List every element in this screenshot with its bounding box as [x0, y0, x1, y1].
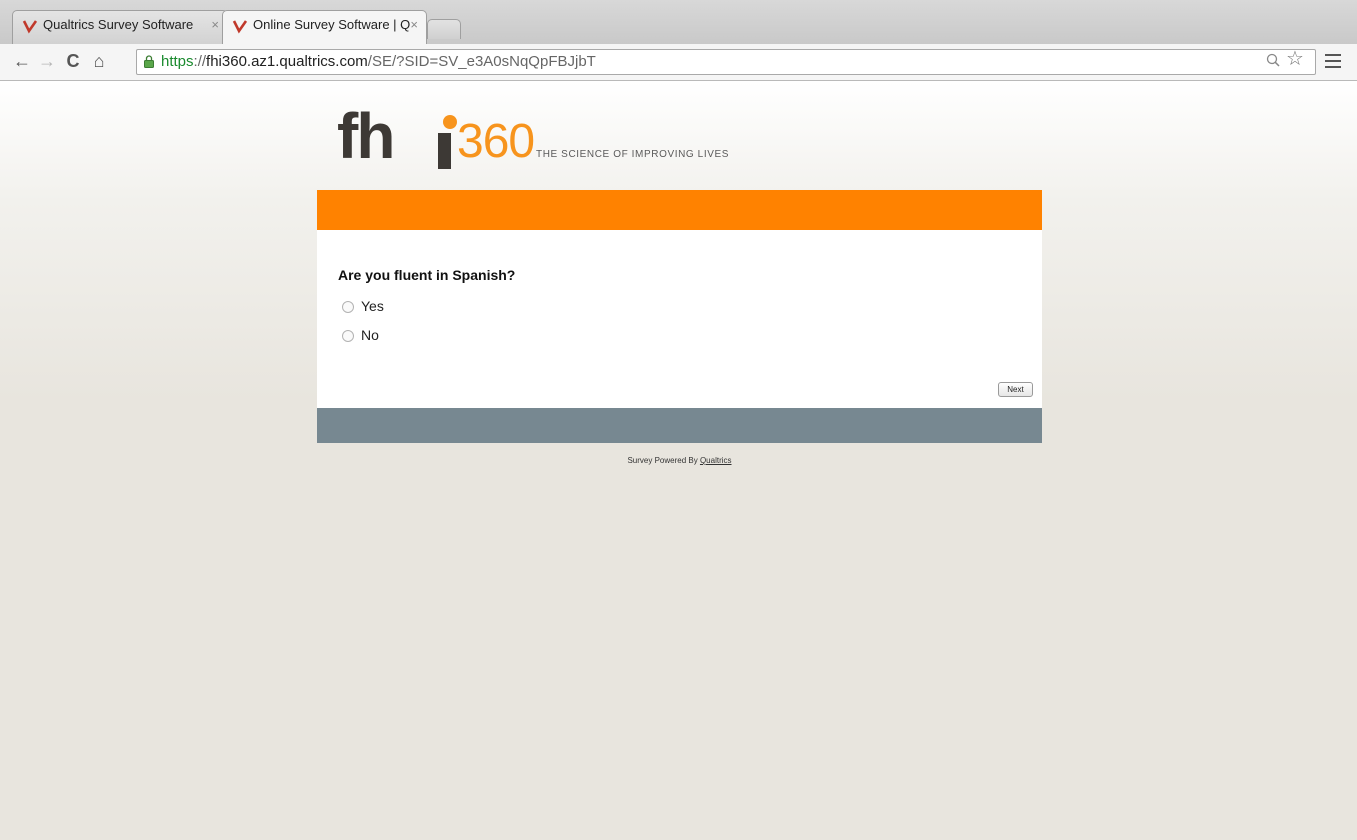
- next-button[interactable]: Next: [998, 382, 1033, 397]
- logo-dot: [443, 115, 457, 129]
- tab-strip: Qualtrics Survey Software × Online Surve…: [0, 0, 1357, 44]
- logo-tagline: THE SCIENCE OF IMPROVING LIVES: [536, 149, 730, 160]
- footer-band: [317, 408, 1042, 443]
- radio-button[interactable]: [342, 330, 354, 342]
- reload-icon[interactable]: C: [62, 49, 84, 73]
- logo-i-stem: [438, 133, 451, 169]
- address-bar[interactable]: https://fhi360.az1.qualtrics.com/SE/?SID…: [136, 49, 1316, 75]
- qualtrics-favicon-icon: [22, 20, 38, 34]
- bookmark-star-icon[interactable]: ☆: [1286, 49, 1304, 69]
- logo-wordmark: fh: [337, 100, 395, 172]
- radio-button[interactable]: [342, 301, 354, 313]
- fhi360-logo: fh 360 THE SCIENCE OF IMPROVING LIVES: [337, 100, 757, 181]
- page-body: fh 360 THE SCIENCE OF IMPROVING LIVES Ar…: [0, 81, 1357, 840]
- close-tab-icon[interactable]: ×: [211, 17, 219, 32]
- url-separator: ://: [193, 53, 207, 70]
- menu-icon[interactable]: [1325, 54, 1341, 68]
- new-tab-button[interactable]: [427, 19, 461, 39]
- question-text: Are you fluent in Spanish?: [338, 267, 516, 283]
- browser-toolbar: ← → C ⌂ https://fhi360.az1.qualtrics.com…: [0, 44, 1357, 81]
- url-scheme: https: [161, 53, 194, 70]
- header-band: [317, 190, 1042, 230]
- qualtrics-favicon-icon: [232, 20, 248, 34]
- url-host: fhi360.az1.qualtrics.com: [206, 53, 368, 70]
- choice-label[interactable]: Yes: [361, 298, 384, 314]
- tab-online-survey-software[interactable]: Online Survey Software | Q ×: [222, 10, 427, 44]
- logo-number: 360: [457, 115, 535, 168]
- tab-label: Qualtrics Survey Software: [43, 17, 194, 32]
- forward-icon[interactable]: →: [36, 49, 58, 73]
- tab-qualtrics-survey-software[interactable]: Qualtrics Survey Software ×: [12, 10, 228, 44]
- tab-label: Online Survey Software | Q: [253, 17, 411, 32]
- url-path: /SE/?SID=SV_e3A0sNqQpFBJjbT: [367, 53, 596, 70]
- question-panel: Are you fluent in Spanish? Yes No Next: [317, 230, 1042, 408]
- choice-label[interactable]: No: [361, 327, 379, 343]
- zoom-icon[interactable]: [1266, 53, 1280, 72]
- home-icon[interactable]: ⌂: [88, 49, 110, 73]
- qualtrics-link[interactable]: Qualtrics: [700, 456, 732, 465]
- back-icon[interactable]: ←: [11, 49, 33, 73]
- lock-icon: [144, 55, 154, 68]
- powered-by-text: Survey Powered By: [627, 456, 700, 465]
- close-tab-icon[interactable]: ×: [410, 17, 418, 32]
- powered-by-footer: Survey Powered By Qualtrics: [317, 456, 1042, 465]
